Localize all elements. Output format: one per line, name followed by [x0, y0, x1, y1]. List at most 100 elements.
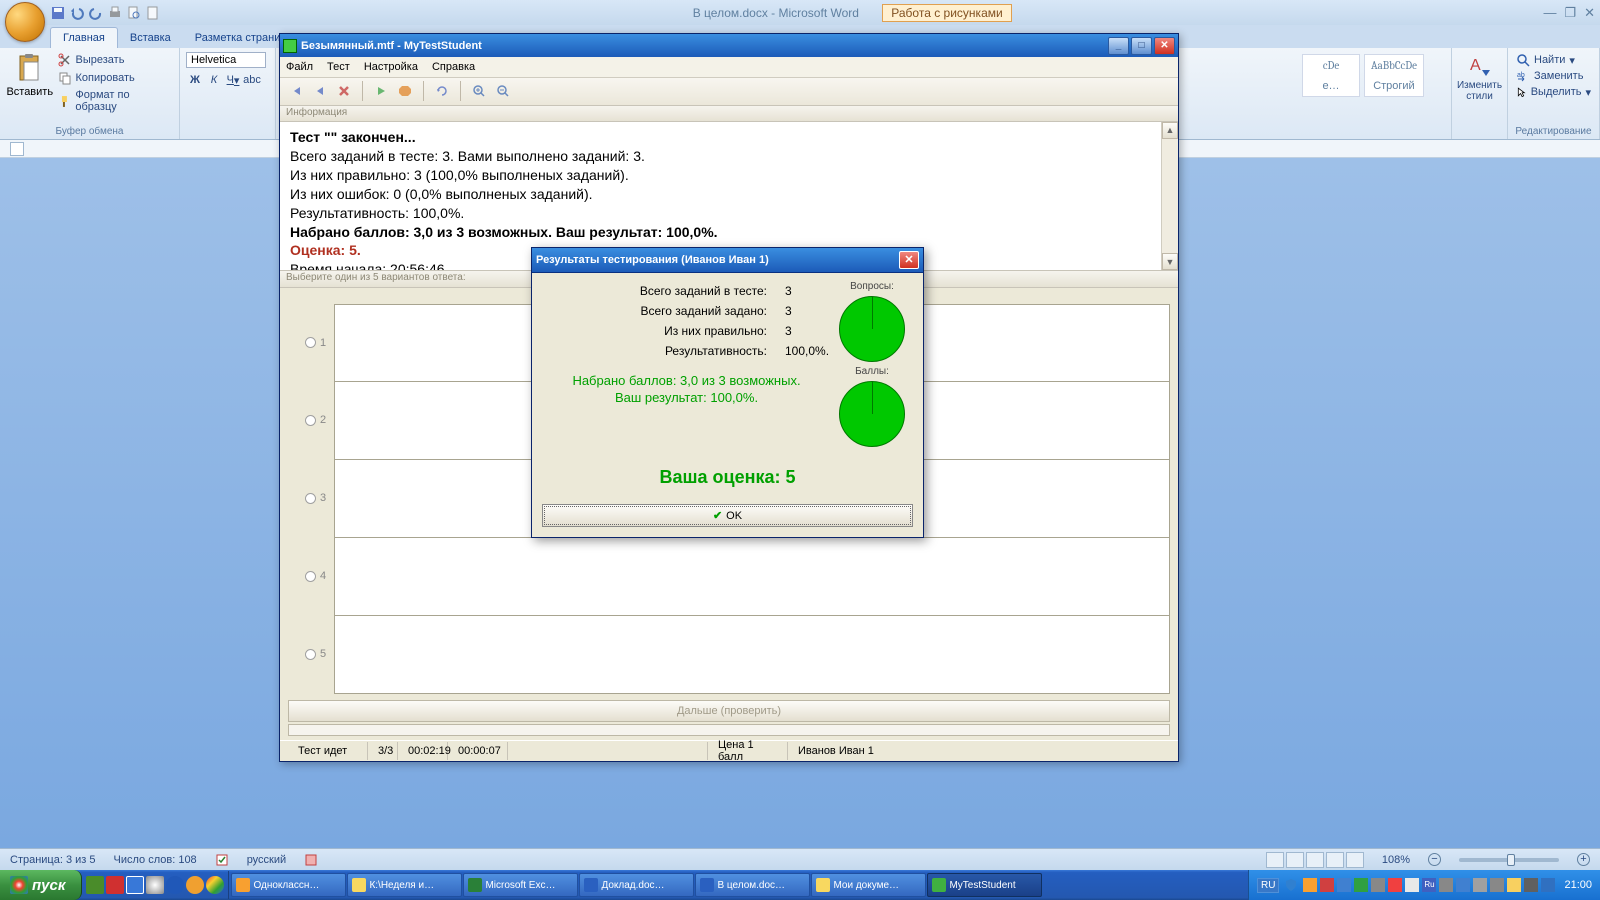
font-name-dropdown[interactable]: Helvetica	[186, 52, 266, 68]
tray-network-icon[interactable]	[1473, 878, 1487, 892]
strike-button[interactable]: abc	[243, 71, 261, 89]
bold-button[interactable]: Ж	[186, 71, 204, 89]
replace-button[interactable]: abЗаменить	[1514, 68, 1593, 84]
tab-home[interactable]: Главная	[50, 27, 118, 48]
maximize-button[interactable]: □	[1131, 37, 1152, 55]
maximize-icon[interactable]: ❐	[1564, 5, 1576, 21]
radio-icon[interactable]	[305, 415, 316, 426]
word-count[interactable]: Число слов: 108	[114, 854, 197, 866]
close-icon[interactable]: ✕	[1584, 5, 1595, 21]
dialog-titlebar[interactable]: Результаты тестирования (Иванов Иван 1) …	[532, 248, 923, 273]
preview-icon[interactable]	[126, 5, 142, 21]
tray-icon-4[interactable]	[1354, 878, 1368, 892]
tray-icon-9[interactable]	[1456, 878, 1470, 892]
cut-button[interactable]: Вырезать	[58, 52, 173, 68]
first-button[interactable]	[286, 81, 306, 101]
zoom-in-button[interactable]	[469, 81, 489, 101]
format-painter-button[interactable]: Формат по образцу	[58, 88, 173, 114]
tab-insert[interactable]: Вставка	[118, 28, 183, 48]
view-draft[interactable]	[1346, 852, 1364, 868]
taskbar-task[interactable]: Microsoft Exc…	[463, 873, 578, 897]
view-web[interactable]	[1306, 852, 1324, 868]
stop-button[interactable]	[395, 81, 415, 101]
chrome-icon[interactable]	[206, 876, 224, 894]
option-row[interactable]: 5	[334, 616, 1170, 694]
ok-button[interactable]: ✔OK	[542, 504, 913, 527]
radio-icon[interactable]	[305, 649, 316, 660]
menu-settings[interactable]: Настройка	[364, 61, 418, 73]
taskbar-task[interactable]: К:\Неделя и…	[347, 873, 462, 897]
taskbar-task[interactable]: MyTestStudent	[927, 873, 1042, 897]
minimize-icon[interactable]: —	[1543, 5, 1556, 21]
zoom-value[interactable]: 108%	[1382, 854, 1410, 866]
close-button[interactable]: ✕	[1154, 37, 1175, 55]
clock[interactable]: 21:00	[1564, 879, 1592, 891]
page-status[interactable]: Страница: 3 из 5	[10, 854, 96, 866]
option-row[interactable]: 4	[334, 538, 1170, 616]
minimize-button[interactable]: _	[1108, 37, 1129, 55]
start-button[interactable]: пуск	[0, 870, 82, 900]
scroll-down-icon[interactable]: ▼	[1162, 253, 1178, 270]
ruler-corner[interactable]	[10, 142, 24, 156]
firefox-icon[interactable]	[186, 876, 204, 894]
tray-icon-2[interactable]	[1320, 878, 1334, 892]
taskbar-task[interactable]: Однокласcн…	[231, 873, 346, 897]
print-icon[interactable]	[107, 5, 123, 21]
find-button[interactable]: Найти ▾	[1514, 52, 1593, 68]
select-button[interactable]: Выделить ▾	[1514, 84, 1593, 100]
language-status[interactable]: русский	[247, 854, 286, 866]
stop-red-button[interactable]	[334, 81, 354, 101]
refresh-button[interactable]	[432, 81, 452, 101]
zoom-in-button[interactable]: +	[1577, 853, 1590, 866]
tray-icon-6[interactable]	[1388, 878, 1402, 892]
play-button[interactable]	[371, 81, 391, 101]
tray-icon-5[interactable]	[1371, 878, 1385, 892]
insert-mode-icon[interactable]	[304, 853, 318, 867]
contextual-tab-label[interactable]: Работа с рисунками	[882, 4, 1011, 22]
radio-icon[interactable]	[305, 337, 316, 348]
tray-icon-3[interactable]	[1337, 878, 1351, 892]
tray-shield-icon[interactable]	[1284, 878, 1298, 892]
italic-button[interactable]: К	[205, 71, 223, 89]
paste-button[interactable]: Вставить	[6, 52, 54, 114]
mail-icon[interactable]	[126, 876, 144, 894]
taskbar-task[interactable]: Доклад.doc…	[579, 873, 694, 897]
zoom-out-button[interactable]: −	[1428, 853, 1441, 866]
tray-icon-11[interactable]	[1524, 878, 1538, 892]
copy-button[interactable]: Копировать	[58, 70, 173, 86]
taskbar-task[interactable]: В целом.doc…	[695, 873, 810, 897]
new-icon[interactable]	[145, 5, 161, 21]
spellcheck-icon[interactable]	[215, 853, 229, 867]
menu-help[interactable]: Справка	[432, 61, 475, 73]
radio-icon[interactable]	[305, 571, 316, 582]
ie-icon[interactable]	[166, 876, 184, 894]
scroll-up-icon[interactable]: ▲	[1162, 122, 1178, 139]
utorrent-icon[interactable]	[86, 876, 104, 894]
view-outline[interactable]	[1326, 852, 1344, 868]
tray-icon-1[interactable]	[1303, 878, 1317, 892]
radio-icon[interactable]	[305, 493, 316, 504]
tray-lang-icon[interactable]: Ru	[1422, 878, 1436, 892]
view-print-layout[interactable]	[1266, 852, 1284, 868]
ql-icon-4[interactable]	[146, 876, 164, 894]
zoom-out-button[interactable]	[493, 81, 513, 101]
style-preview-2[interactable]: cDeе…	[1302, 54, 1360, 97]
tray-volume-icon[interactable]	[1490, 878, 1504, 892]
tray-icon-10[interactable]	[1507, 878, 1521, 892]
menu-file[interactable]: Файл	[286, 61, 313, 73]
underline-button[interactable]: Ч▾	[224, 71, 242, 89]
tray-icon-12[interactable]	[1541, 878, 1555, 892]
language-indicator[interactable]: RU	[1257, 878, 1279, 893]
style-preview-3[interactable]: AaBbCcDeСтрогий	[1364, 54, 1424, 97]
tray-icon-7[interactable]	[1405, 878, 1419, 892]
menu-test[interactable]: Тест	[327, 61, 350, 73]
save-icon[interactable]	[50, 5, 66, 21]
change-styles-icon[interactable]: A	[1466, 52, 1494, 80]
tray-icon-8[interactable]	[1439, 878, 1453, 892]
zoom-slider[interactable]	[1459, 858, 1559, 862]
view-fullscreen[interactable]	[1286, 852, 1304, 868]
prev-button[interactable]	[310, 81, 330, 101]
undo-icon[interactable]	[69, 5, 85, 21]
redo-icon[interactable]	[88, 5, 104, 21]
ql-icon-2[interactable]	[106, 876, 124, 894]
